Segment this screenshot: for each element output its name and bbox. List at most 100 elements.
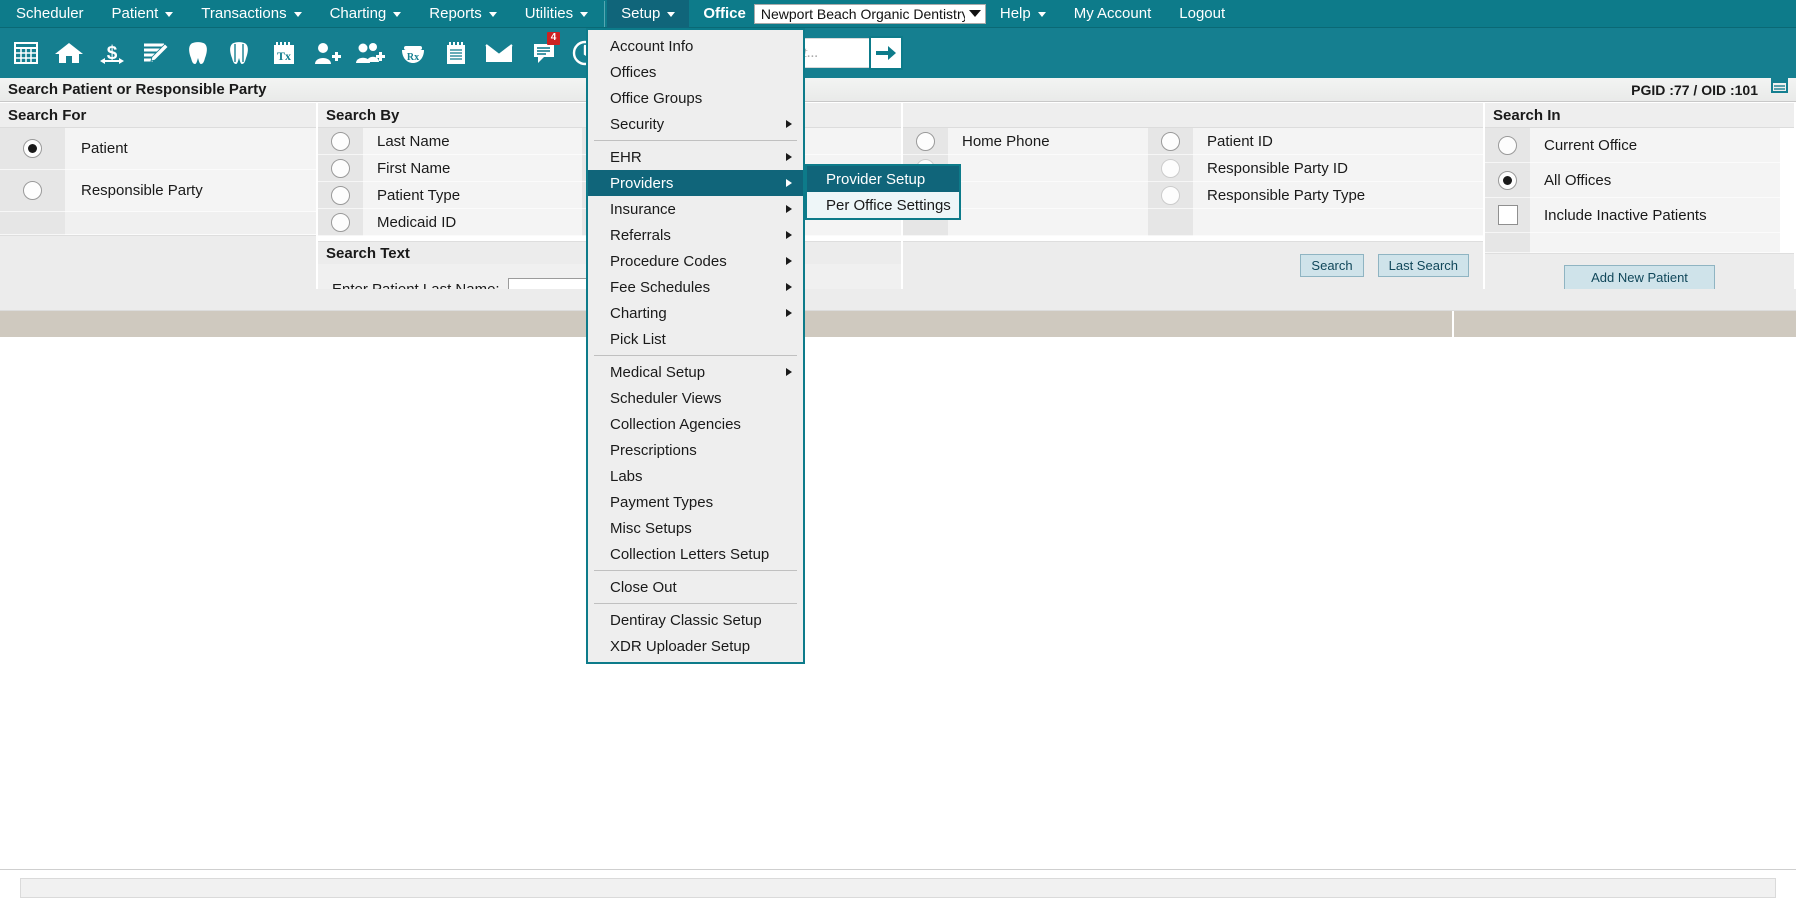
search-in-include-inactive-label: Include Inactive Patients xyxy=(1530,198,1780,233)
search-by-last-name-label: Last Name xyxy=(363,128,583,155)
search-in-include-inactive-row[interactable]: Include Inactive Patients xyxy=(1485,198,1794,233)
add-new-patient-button[interactable]: Add New Patient xyxy=(1564,265,1715,290)
radio-cell[interactable] xyxy=(1148,155,1193,182)
chat-badge-count: 4 xyxy=(547,32,560,45)
restore-window-icon[interactable] xyxy=(1768,77,1790,102)
search-for-patient-radio-cell[interactable] xyxy=(0,128,65,170)
radio-responsible-party-type[interactable] xyxy=(1161,185,1180,205)
chevron-down-icon xyxy=(293,12,302,17)
menu-transactions[interactable]: Transactions xyxy=(187,0,315,28)
setup-menu-item-procedure-codes[interactable]: Procedure Codes xyxy=(588,248,803,274)
search-button[interactable]: Search xyxy=(1300,254,1364,277)
menu-scheduler[interactable]: Scheduler xyxy=(0,0,98,28)
radio-cell[interactable] xyxy=(903,128,948,155)
setup-menu-item-scheduler-views[interactable]: Scheduler Views xyxy=(588,385,803,411)
setup-menu-item-pick-list[interactable]: Pick List xyxy=(588,326,803,352)
setup-menu-item-office-groups[interactable]: Office Groups xyxy=(588,85,803,111)
setup-menu-item-medical-setup[interactable]: Medical Setup xyxy=(588,359,803,385)
setup-menu-item-ehr[interactable]: EHR xyxy=(588,144,803,170)
tooth-icon[interactable] xyxy=(176,28,219,78)
search-middle-option-rp-type[interactable]: Responsible Party Type xyxy=(1148,182,1483,209)
office-select[interactable]: Newport Beach Organic Dentistry xyxy=(753,3,986,24)
last-search-button[interactable]: Last Search xyxy=(1377,254,1469,277)
setup-menu-item-providers[interactable]: Providers xyxy=(588,170,803,196)
radio-all-offices[interactable] xyxy=(1498,170,1517,190)
add-patient-icon[interactable] xyxy=(305,28,348,78)
radio-patient[interactable] xyxy=(23,139,42,158)
tooth-chart-icon[interactable] xyxy=(219,28,262,78)
office-select-value: Newport Beach Organic Dentistry xyxy=(760,5,965,22)
radio-patient-type[interactable] xyxy=(331,185,350,205)
radio-last-name[interactable] xyxy=(331,131,350,151)
search-for-rp-label: Responsible Party xyxy=(65,170,316,212)
radio-cell[interactable] xyxy=(318,209,363,236)
setup-menu-item-offices[interactable]: Offices xyxy=(588,59,803,85)
search-by-option-last-name[interactable]: Last Name xyxy=(318,128,583,155)
menu-my-account[interactable]: My Account xyxy=(1060,0,1166,28)
search-middle-option-patient-id[interactable]: Patient ID xyxy=(1148,128,1483,155)
menu-logout[interactable]: Logout xyxy=(1165,0,1239,28)
search-middle-option-rp-id[interactable]: Responsible Party ID xyxy=(1148,155,1483,182)
search-middle-option-home-phone[interactable]: Home Phone xyxy=(903,128,1148,155)
radio-first-name[interactable] xyxy=(331,158,350,178)
menu-help[interactable]: Help xyxy=(986,0,1060,28)
notes-pad-icon[interactable] xyxy=(434,28,477,78)
radio-patient-id[interactable] xyxy=(1161,131,1180,151)
search-for-option-responsible-party[interactable]: Responsible Party xyxy=(0,170,316,212)
search-in-option-all-offices[interactable]: All Offices xyxy=(1485,163,1794,198)
radio-responsible-party-id[interactable] xyxy=(1161,158,1180,178)
add-group-icon[interactable] xyxy=(348,28,391,78)
menu-reports[interactable]: Reports xyxy=(415,0,511,28)
setup-menu-item-charting[interactable]: Charting xyxy=(588,300,803,326)
radio-cell[interactable] xyxy=(318,182,363,209)
radio-cell[interactable] xyxy=(318,155,363,182)
setup-menu-item-xdr-uploader-setup[interactable]: XDR Uploader Setup xyxy=(588,633,803,659)
search-by-option-medicaid-id[interactable]: Medicaid ID xyxy=(318,209,583,236)
search-by-option-first-name[interactable]: First Name xyxy=(318,155,583,182)
setup-menu-item-collection-agencies[interactable]: Collection Agencies xyxy=(588,411,803,437)
search-by-option-patient-type[interactable]: Patient Type xyxy=(318,182,583,209)
setup-menu-item-close-out[interactable]: Close Out xyxy=(588,574,803,600)
treatment-plan-tx-icon[interactable]: Tx xyxy=(262,28,305,78)
search-for-rp-radio-cell[interactable] xyxy=(0,170,65,212)
radio-cell[interactable] xyxy=(318,128,363,155)
home-icon[interactable] xyxy=(47,28,90,78)
radio-medicaid-id[interactable] xyxy=(331,212,350,232)
setup-menu-item-insurance[interactable]: Insurance xyxy=(588,196,803,222)
search-for-option-patient[interactable]: Patient xyxy=(0,128,316,170)
setup-menu-item-security[interactable]: Security xyxy=(588,111,803,137)
setup-menu-item-payment-types[interactable]: Payment Types xyxy=(588,489,803,515)
ledger-pencil-icon[interactable] xyxy=(133,28,176,78)
menu-utilities[interactable]: Utilities xyxy=(511,0,602,28)
setup-menu-item-labs[interactable]: Labs xyxy=(588,463,803,489)
radio-cell[interactable] xyxy=(1485,163,1530,198)
providers-submenu-item-per-office-settings[interactable]: Per Office Settings xyxy=(807,192,959,218)
radio-cell[interactable] xyxy=(1148,182,1193,209)
radio-current-office[interactable] xyxy=(1498,135,1517,155)
providers-submenu-item-provider-setup[interactable]: Provider Setup xyxy=(807,166,959,192)
search-in-option-current-office[interactable]: Current Office xyxy=(1485,128,1794,163)
setup-menu-item-dentiray-classic-setup[interactable]: Dentiray Classic Setup xyxy=(588,607,803,633)
calendar-grid-icon[interactable] xyxy=(4,28,47,78)
radio-cell[interactable] xyxy=(1485,128,1530,163)
radio-home-phone[interactable] xyxy=(916,131,935,151)
setup-menu-item-misc-setups[interactable]: Misc Setups xyxy=(588,515,803,541)
setup-menu-item-prescriptions[interactable]: Prescriptions xyxy=(588,437,803,463)
radio-cell[interactable] xyxy=(1148,128,1193,155)
search-go-button[interactable] xyxy=(869,36,903,70)
prescription-rx-icon[interactable]: Rx xyxy=(391,28,434,78)
menu-charting[interactable]: Charting xyxy=(316,0,416,28)
setup-menu-item-referrals[interactable]: Referrals xyxy=(588,222,803,248)
menu-setup[interactable]: Setup xyxy=(607,0,690,28)
setup-menu-item-collection-letters-setup[interactable]: Collection Letters Setup xyxy=(588,541,803,567)
setup-menu-item-fee-schedules[interactable]: Fee Schedules xyxy=(588,274,803,300)
setup-menu-item-account-info[interactable]: Account Info xyxy=(588,33,803,59)
dollar-arrows-icon[interactable]: $ xyxy=(90,28,133,78)
radio-responsible-party[interactable] xyxy=(23,181,42,200)
checkbox-include-inactive-patients[interactable] xyxy=(1497,205,1518,225)
menu-patient[interactable]: Patient xyxy=(98,0,188,28)
chat-messages-icon[interactable]: 4 xyxy=(520,28,563,78)
mail-envelope-icon[interactable] xyxy=(477,28,520,78)
checkbox-cell[interactable] xyxy=(1485,198,1530,233)
page-header-right: PGID :77 / OID :101 xyxy=(1631,77,1796,102)
